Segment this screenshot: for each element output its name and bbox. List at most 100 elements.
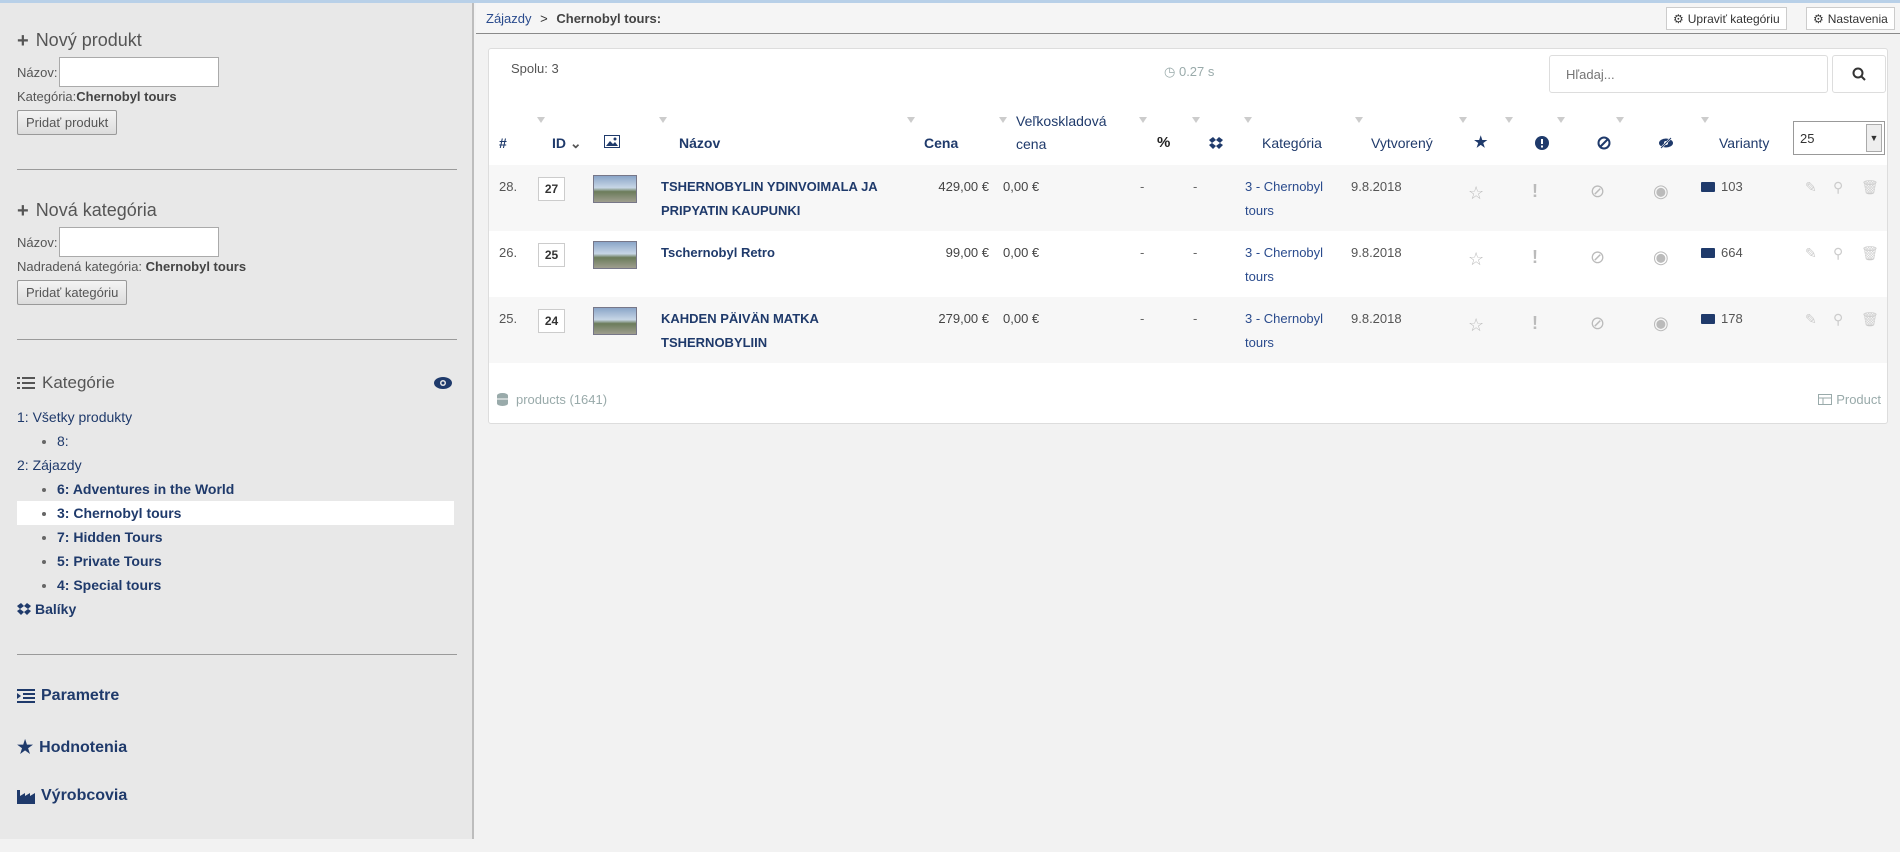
filter-icon[interactable] xyxy=(1355,117,1364,125)
category-item-private[interactable]: 5: Private Tours xyxy=(17,549,457,573)
gear-icon: ⚙ xyxy=(1673,11,1684,26)
product-thumbnail[interactable] xyxy=(593,175,637,203)
filter-icon[interactable] xyxy=(907,117,916,125)
bottom-area xyxy=(0,839,1900,852)
image-icon xyxy=(604,135,620,148)
plus-icon: + xyxy=(17,199,29,222)
star-outline-icon[interactable]: ☆ xyxy=(1468,183,1484,204)
filter-icon[interactable] xyxy=(537,117,546,125)
ban-icon[interactable]: ⊘ xyxy=(1590,313,1605,334)
nav-manufacturers[interactable]: Výrobcovia xyxy=(17,787,127,805)
search-icon[interactable]: ⚲ xyxy=(1833,245,1843,262)
trash-icon[interactable]: 🗑 xyxy=(1861,311,1879,328)
row-id: 27 xyxy=(538,177,565,201)
category-item-adventures[interactable]: 6: Adventures in the World xyxy=(17,477,457,501)
filter-icon[interactable] xyxy=(1616,117,1625,125)
settings-button[interactable]: ⚙ Nastavenia xyxy=(1806,7,1895,30)
packages-link[interactable]: Balíky xyxy=(17,597,457,621)
category-item-hidden[interactable]: 7: Hidden Tours xyxy=(17,525,457,549)
ban-icon[interactable] xyxy=(1597,136,1611,150)
divider xyxy=(17,339,457,340)
category-item-special[interactable]: 4: Special tours xyxy=(17,573,457,597)
exclamation-icon[interactable]: ! xyxy=(1532,247,1538,268)
exclamation-icon[interactable]: ! xyxy=(1532,181,1538,202)
exclamation-icon[interactable]: ! xyxy=(1532,313,1538,334)
product-name-link[interactable]: TSHERNOBYLIN YDINVOIMALA JA PRIPYATIN KA… xyxy=(661,175,891,223)
nav-ratings[interactable]: ★ Hodnotenia xyxy=(17,737,127,758)
filter-icon[interactable] xyxy=(659,117,668,125)
filter-icon[interactable] xyxy=(1244,117,1253,125)
new-category-section: + Nová kategória Názov: Nadradená kategór… xyxy=(17,200,457,305)
search-icon[interactable]: ⚲ xyxy=(1833,311,1843,328)
breadcrumb-parent[interactable]: Zájazdy xyxy=(486,11,532,26)
chevron-down-icon: ⌄ xyxy=(569,135,582,151)
trash-icon[interactable]: 🗑 xyxy=(1861,179,1879,196)
col-variants[interactable]: Varianty xyxy=(1719,133,1769,153)
eye-icon[interactable]: ◉ xyxy=(1653,247,1669,268)
category-item-all[interactable]: 1: Všetky produkty xyxy=(17,405,457,429)
divider xyxy=(17,169,457,170)
filter-icon[interactable] xyxy=(1139,117,1148,125)
variants-link[interactable]: 178 xyxy=(1701,311,1743,326)
new-product-heading: + Nový produkt xyxy=(17,29,142,52)
filter-icon[interactable] xyxy=(1459,117,1468,125)
product-category-label: Kategória: xyxy=(17,89,77,104)
eye-icon[interactable]: ◉ xyxy=(1653,181,1669,202)
filter-icon[interactable] xyxy=(1505,117,1514,125)
eye-icon[interactable] xyxy=(433,376,453,390)
filter-icon[interactable] xyxy=(1557,117,1566,125)
col-wholesale[interactable]: Veľkoskladová cena xyxy=(1016,111,1106,154)
product-name-input[interactable] xyxy=(59,57,220,87)
search-input[interactable] xyxy=(1549,55,1828,93)
product-name-link[interactable]: KAHDEN PÄIVÄN MATKA TSHERNOBYLIIN xyxy=(661,307,891,355)
category-item-zajazdy[interactable]: 2: Zájazdy xyxy=(17,453,457,477)
product-category: 3 - Chernobyl tours xyxy=(1245,311,1324,350)
product-thumbnail[interactable] xyxy=(593,241,637,269)
exclamation-icon[interactable] xyxy=(1535,136,1549,150)
col-category[interactable]: Kategória xyxy=(1262,133,1322,153)
category-name-input[interactable] xyxy=(59,227,220,257)
col-created[interactable]: Vytvorený xyxy=(1371,133,1433,153)
add-category-button[interactable]: Pridať kategóriu xyxy=(17,280,128,305)
col-name[interactable]: Názov xyxy=(679,133,720,153)
breadcrumb: Zájazdy > Chernobyl tours: xyxy=(486,11,661,26)
add-product-button[interactable]: Pridať produkt xyxy=(17,110,118,135)
ban-icon[interactable]: ⊘ xyxy=(1590,181,1605,202)
trash-icon[interactable]: 🗑 xyxy=(1861,245,1879,262)
star-outline-icon[interactable]: ☆ xyxy=(1468,315,1484,336)
categories-section: Kategórie 1: Všetky produkty 8: 2: Zájaz… xyxy=(17,373,457,621)
eye-slash-icon[interactable] xyxy=(1658,137,1674,149)
per-page-select[interactable]: 25 ▼ xyxy=(1793,121,1885,155)
edit-icon[interactable]: ✎ xyxy=(1805,245,1817,262)
col-percent[interactable]: % xyxy=(1157,133,1170,153)
industry-icon xyxy=(17,790,35,804)
product-name-link[interactable]: Tschernobyl Retro xyxy=(661,241,891,265)
product-thumbnail[interactable] xyxy=(593,307,637,335)
nav-parameters[interactable]: Parametre xyxy=(17,687,119,705)
col-id[interactable]: ID ⌄ xyxy=(552,133,582,153)
edit-category-button[interactable]: ⚙ Upraviť kategóriu xyxy=(1666,7,1787,30)
folder-icon xyxy=(1701,247,1715,258)
search-icon[interactable]: ⚲ xyxy=(1833,179,1843,196)
category-item-8[interactable]: 8: xyxy=(17,429,457,453)
filter-icon[interactable] xyxy=(1701,117,1710,125)
star-icon[interactable]: ★ xyxy=(1474,133,1487,153)
ban-icon[interactable]: ⊘ xyxy=(1590,247,1605,268)
clock-icon: ◷ xyxy=(1164,64,1179,79)
filter-icon[interactable] xyxy=(1192,117,1201,125)
products-panel: Spolu: 3 ◷ 0.27 s # ID ⌄ Názov Cena Veľk… xyxy=(488,48,1888,424)
edit-icon[interactable]: ✎ xyxy=(1805,311,1817,328)
variants-link[interactable]: 664 xyxy=(1701,245,1743,260)
sidebar: + Nový produkt Názov: Kategória:Chernobyl… xyxy=(0,3,474,839)
list-icon xyxy=(17,377,35,389)
variants-link[interactable]: 103 xyxy=(1701,179,1743,194)
category-item-chernobyl[interactable]: 3: Chernobyl tours xyxy=(17,501,454,525)
filter-icon[interactable] xyxy=(999,117,1008,125)
eye-icon[interactable]: ◉ xyxy=(1653,313,1669,334)
star-outline-icon[interactable]: ☆ xyxy=(1468,249,1484,270)
edit-icon[interactable]: ✎ xyxy=(1805,179,1817,196)
dropbox-icon xyxy=(17,603,31,615)
search-button[interactable] xyxy=(1832,55,1886,93)
col-price[interactable]: Cena xyxy=(924,133,958,153)
row-number: 28. xyxy=(499,179,518,194)
